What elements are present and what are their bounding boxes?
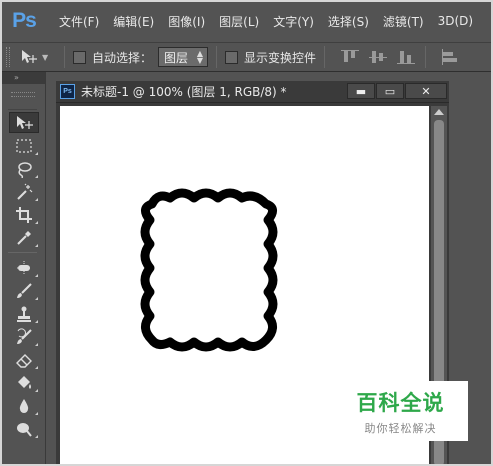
marquee-tool[interactable] — [9, 135, 39, 156]
dodge-tool[interactable] — [9, 418, 39, 439]
window-controls: ▬ ▭ ✕ — [346, 83, 447, 99]
move-tool[interactable] — [9, 112, 39, 133]
magic-wand-tool[interactable] — [9, 181, 39, 202]
eraser-tool[interactable] — [9, 349, 39, 370]
paint-bucket-tool[interactable] — [9, 372, 39, 393]
menu-3d[interactable]: 3D(D) — [431, 14, 480, 28]
menu-edit[interactable]: 编辑(E) — [106, 13, 161, 30]
spot-heal-icon — [17, 260, 31, 275]
auto-select-label: 自动选择： — [92, 50, 153, 65]
lasso-icon — [18, 161, 32, 178]
scroll-up-icon[interactable] — [434, 109, 444, 115]
auto-select-checkbox[interactable] — [73, 50, 86, 64]
magic-wand-icon — [17, 183, 33, 200]
move-icon — [22, 50, 37, 63]
brush-tool[interactable] — [9, 280, 39, 301]
document-title: 未标题-1 @ 100% (图层 1, RGB/8) * — [81, 85, 287, 99]
spot-heal-tool[interactable] — [9, 257, 39, 278]
menu-image[interactable]: 图像(I) — [161, 13, 212, 30]
menu-select[interactable]: 选择(S) — [321, 13, 376, 30]
photoshop-logo: Ps — [12, 9, 37, 32]
align-top-icon[interactable] — [339, 48, 361, 66]
move-icon — [17, 115, 33, 129]
tool-preset-picker[interactable]: ▼ — [20, 49, 56, 65]
menu-file[interactable]: 文件(F) — [52, 13, 106, 30]
eyedropper-icon — [17, 230, 31, 245]
watermark: 百科全说 助你轻松解决 — [333, 381, 468, 441]
history-brush-icon — [17, 327, 32, 344]
menu-type[interactable]: 文字(Y) — [266, 13, 321, 30]
lasso-tool[interactable] — [9, 158, 39, 179]
stepper-icon: ▲ ▼ — [196, 49, 204, 65]
menu-filter[interactable]: 滤镜(T) — [376, 13, 431, 30]
blur-icon — [19, 398, 29, 413]
menu-layer[interactable]: 图层(L) — [212, 13, 266, 30]
close-button[interactable]: ✕ — [405, 83, 447, 99]
minimize-icon: ▬ — [355, 84, 367, 98]
rect-marquee-icon — [16, 138, 32, 153]
show-transform-checkbox[interactable] — [225, 50, 239, 64]
align-left-icon[interactable] — [440, 48, 462, 66]
eraser-icon — [16, 353, 32, 368]
crop-icon — [16, 206, 32, 223]
close-icon: ✕ — [421, 84, 431, 98]
watermark-subtitle: 助你轻松解决 — [364, 421, 437, 435]
auto-select-value: 图层 — [164, 50, 189, 65]
watermark-title: 百科全说 — [356, 390, 445, 415]
clone-stamp-icon — [17, 306, 31, 322]
paint-bucket-icon — [18, 375, 31, 389]
show-transform-label: 显示变换控件 — [244, 50, 317, 65]
align-bottom-icon[interactable] — [395, 48, 417, 66]
menu-bar: Ps 文件(F) 编辑(E) 图像(I) 图层(L) 文字(Y) 选择(S) 滤… — [0, 0, 493, 42]
crop-tool[interactable] — [9, 204, 39, 225]
history-brush-tool[interactable] — [9, 326, 39, 347]
chevron-down-icon: ▼ — [42, 52, 49, 62]
align-vcenter-icon[interactable] — [367, 48, 389, 66]
tools-panel: » — [0, 72, 46, 466]
options-bar-grip[interactable] — [6, 47, 10, 67]
minimize-button[interactable]: ▬ — [347, 83, 375, 99]
maximize-button[interactable]: ▭ — [376, 83, 404, 99]
blur-tool[interactable] — [9, 395, 39, 416]
photoshop-doc-icon: Ps — [60, 84, 75, 99]
collapse-panel-button[interactable]: » — [0, 72, 45, 84]
auto-select-dropdown[interactable]: 图层 ▲ ▼ — [158, 47, 209, 67]
maximize-icon: ▭ — [384, 84, 396, 98]
tools-panel-grip[interactable] — [8, 92, 37, 110]
brush-icon — [17, 282, 32, 298]
dodge-icon — [17, 422, 32, 437]
options-bar: ▼ 自动选择： 图层 ▲ ▼ 显示变换控件 — [0, 42, 493, 72]
eyedropper-tool[interactable] — [9, 227, 39, 248]
clone-stamp-tool[interactable] — [9, 303, 39, 324]
